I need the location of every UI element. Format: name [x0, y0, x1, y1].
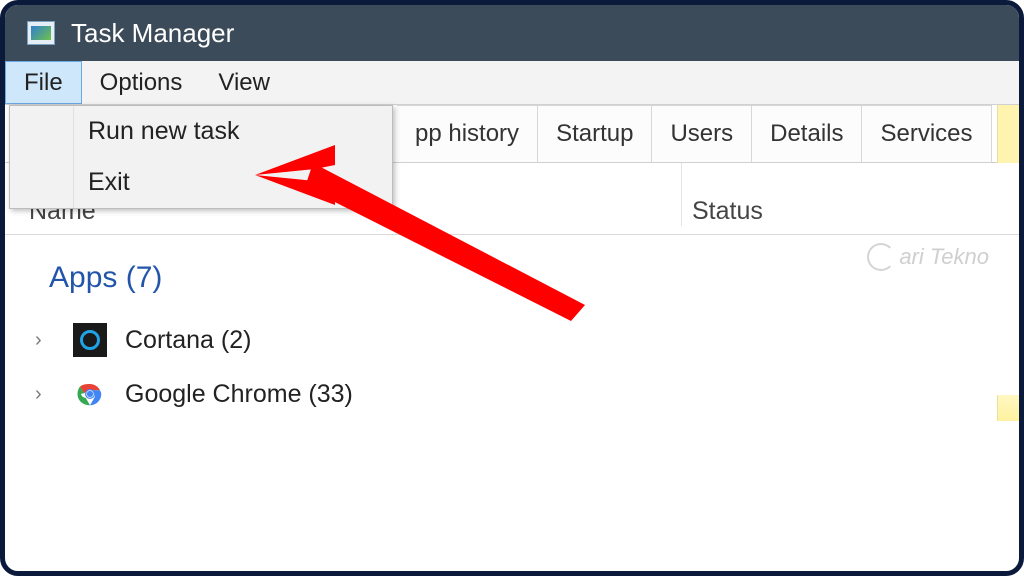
resource-column-header-bg	[997, 105, 1019, 163]
process-row[interactable]: › Google Chrome (33)	[5, 367, 1019, 421]
menu-bar: File Options View	[5, 61, 1019, 105]
menu-exit[interactable]: Exit	[10, 157, 392, 208]
chrome-icon	[73, 377, 107, 411]
tab-app-history[interactable]: pp history	[397, 105, 538, 162]
menu-view[interactable]: View	[200, 61, 288, 104]
tab-details[interactable]: Details	[752, 105, 862, 162]
resource-column-bg	[997, 395, 1019, 421]
tab-services[interactable]: Services	[862, 105, 991, 162]
cortana-icon	[73, 323, 107, 357]
process-name: Cortana (2)	[125, 326, 251, 355]
tab-users[interactable]: Users	[652, 105, 752, 162]
window-title: Task Manager	[71, 18, 234, 49]
menu-run-new-task[interactable]: Run new task	[10, 106, 392, 157]
task-manager-icon	[27, 21, 55, 45]
watermark: ari Tekno	[867, 243, 989, 271]
watermark-c-icon	[867, 243, 895, 271]
process-row[interactable]: › Cortana (2)	[5, 313, 1019, 367]
expand-chevron-icon[interactable]: ›	[35, 329, 55, 352]
tab-startup[interactable]: Startup	[538, 105, 652, 162]
file-dropdown-menu: Run new task Exit	[9, 105, 393, 209]
title-bar: Task Manager	[5, 5, 1019, 61]
expand-chevron-icon[interactable]: ›	[35, 383, 55, 406]
menu-file[interactable]: File	[5, 61, 82, 104]
column-status[interactable]: Status	[681, 163, 1019, 226]
menu-options[interactable]: Options	[82, 61, 201, 104]
process-name: Google Chrome (33)	[125, 380, 353, 409]
